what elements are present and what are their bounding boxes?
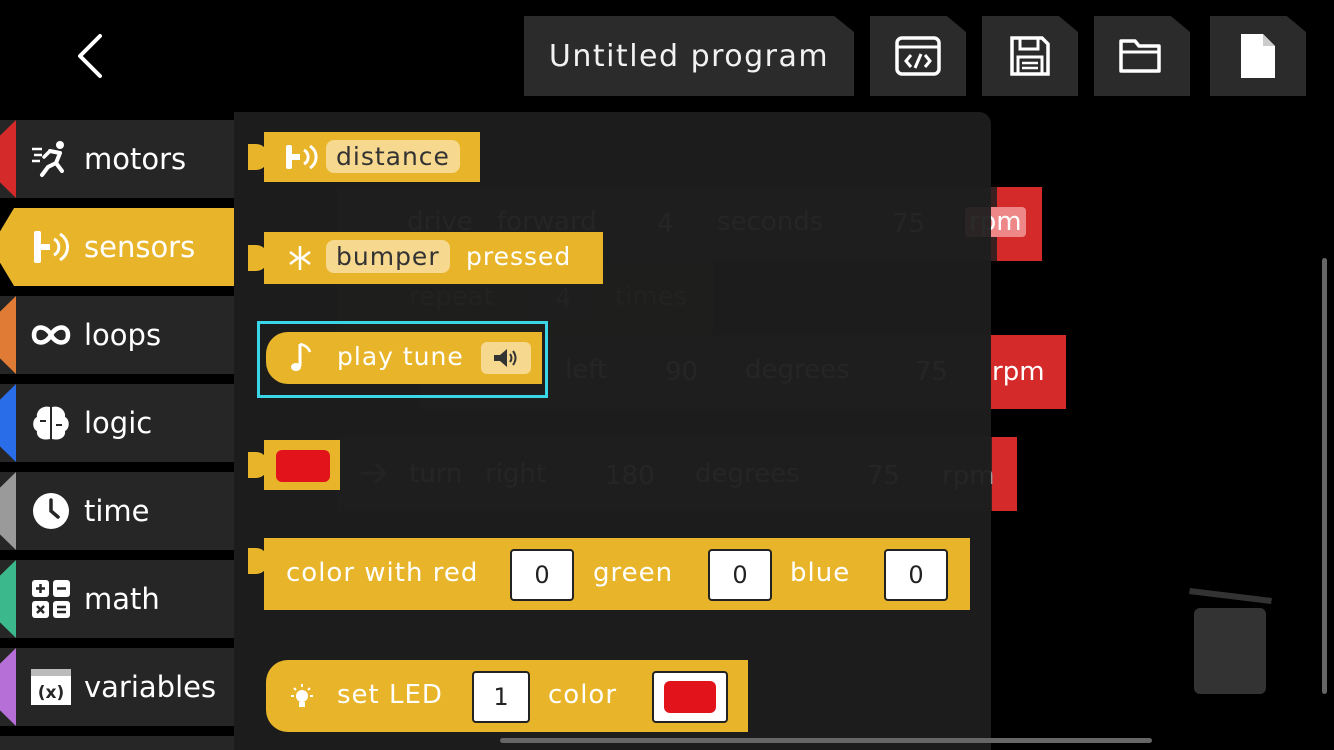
sidebar-item-loops[interactable]: loops <box>0 296 234 374</box>
sensor-icon <box>34 231 70 263</box>
code-icon <box>895 36 941 76</box>
clock-icon <box>33 493 69 529</box>
brain-icon <box>33 406 69 440</box>
variable-icon: (x) <box>31 669 71 705</box>
save-icon <box>1010 36 1050 76</box>
block-palette-flyout <box>234 112 991 750</box>
play-tune-block[interactable]: play tune <box>266 332 542 384</box>
bumper-label: bumper <box>326 240 450 273</box>
sidebar-item-label: motors <box>84 142 187 176</box>
led-color-picker[interactable] <box>652 671 728 723</box>
sidebar-item-variables[interactable]: (x) variables <box>0 648 234 726</box>
turn-left-speed-unit: rpm <box>992 357 1045 387</box>
green-label: green <box>593 558 674 588</box>
back-button[interactable] <box>70 32 114 80</box>
bumper-pressed-block[interactable]: bumper pressed <box>248 232 603 284</box>
color-rgb-prefix: color with red <box>286 558 479 588</box>
color-swatch-block[interactable] <box>248 440 340 490</box>
sidebar-item-label: loops <box>84 318 162 352</box>
led-index-input[interactable]: 1 <box>472 671 530 723</box>
blue-value: 0 <box>908 561 924 589</box>
music-note-icon <box>291 342 312 371</box>
new-button[interactable] <box>1210 16 1306 96</box>
trash-can[interactable] <box>1188 580 1276 696</box>
new-file-icon <box>1241 34 1275 78</box>
set-led-block[interactable]: set LED 1 color <box>266 660 748 732</box>
red-value: 0 <box>534 561 550 589</box>
red-input[interactable]: 0 <box>510 549 574 601</box>
sidebar-item-partial <box>0 736 234 750</box>
infinity-icon <box>31 325 71 345</box>
sidebar-item-label: variables <box>84 670 217 704</box>
sidebar-item-time[interactable]: time <box>0 472 234 550</box>
folder-icon <box>1119 39 1161 73</box>
chevron-left-icon <box>78 34 102 78</box>
sensor-icon <box>286 144 318 170</box>
sidebar-item-label: sensors <box>84 230 196 264</box>
running-person-icon <box>32 141 64 177</box>
sidebar-item-label: time <box>84 494 150 528</box>
set-led-color-label: color <box>548 680 618 710</box>
green-input[interactable]: 0 <box>708 549 772 601</box>
trash-icon <box>1189 588 1272 694</box>
sidebar-item-label: logic <box>84 406 153 440</box>
tune-selector[interactable] <box>481 342 531 374</box>
lightbulb-icon <box>291 684 313 707</box>
blue-input[interactable]: 0 <box>884 549 948 601</box>
color-rgb-block[interactable]: color with red 0 green 0 blue 0 <box>248 538 970 610</box>
speaker-icon <box>494 349 517 367</box>
bumper-suffix: pressed <box>466 242 572 271</box>
code-view-button[interactable] <box>870 16 966 96</box>
color-swatch[interactable] <box>276 450 330 482</box>
sidebar-item-math[interactable]: math <box>0 560 234 638</box>
led-color-swatch <box>664 681 716 713</box>
horizontal-scrollbar[interactable] <box>500 738 1152 743</box>
program-title[interactable]: Untitled program <box>524 16 854 96</box>
distance-block[interactable]: distance <box>248 132 480 182</box>
sidebar-item-motors[interactable]: motors <box>0 120 234 198</box>
green-value: 0 <box>732 561 748 589</box>
blue-label: blue <box>790 558 851 588</box>
bumper-icon <box>289 246 311 270</box>
open-button[interactable] <box>1094 16 1190 96</box>
program-title-text: Untitled program <box>548 38 830 74</box>
vertical-scrollbar[interactable] <box>1322 258 1327 694</box>
sidebar-item-sensors[interactable]: sensors <box>0 208 234 286</box>
distance-label: distance <box>326 140 460 173</box>
calculator-icon <box>32 580 70 618</box>
set-led-prefix: set LED <box>337 680 443 710</box>
svg-text:(x): (x) <box>38 683 65 703</box>
sidebar-item-label: math <box>84 582 160 616</box>
led-index-value: 1 <box>493 683 509 711</box>
sidebar-item-logic[interactable]: logic <box>0 384 234 462</box>
save-button[interactable] <box>982 16 1078 96</box>
play-tune-label: play tune <box>337 342 464 371</box>
